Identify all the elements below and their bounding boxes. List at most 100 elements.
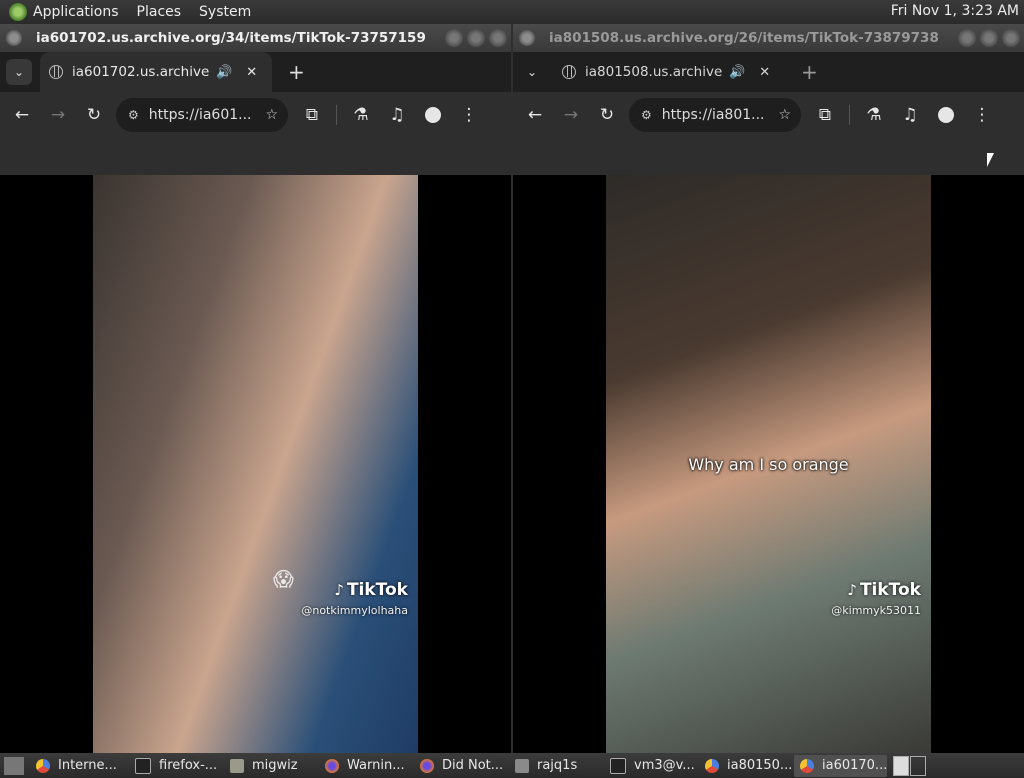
show-desktop-icon[interactable] — [4, 756, 24, 775]
site-info-icon[interactable]: ⚙ — [641, 108, 652, 122]
tiktok-brand-text: TikTok — [346, 580, 408, 600]
maximize-button[interactable] — [467, 29, 485, 47]
taskbar-item-label: ia60170... — [822, 758, 887, 773]
close-window-button[interactable] — [489, 29, 507, 47]
taskbar-item[interactable]: Did Not... — [414, 755, 507, 777]
taskbar-item-label: migwiz — [252, 758, 298, 773]
browser-toolbar: ← → ↻ ⚙ https://ia801... ☆ ⧉ ⚗ ♫ ⋮ — [513, 92, 1024, 138]
mouse-pointer-icon — [987, 153, 994, 167]
address-bar[interactable]: ⚙ https://ia601... ☆ — [116, 98, 288, 132]
tiktok-video[interactable]: Why am I so orange ♪ TikTok @kimmyk53011 — [606, 175, 931, 753]
tab-search-button[interactable]: ⌄ — [6, 59, 32, 85]
new-tab-button[interactable]: + — [801, 60, 818, 84]
menu-kebab-icon[interactable]: ⋮ — [964, 105, 1000, 125]
bookmark-star-icon[interactable]: ☆ — [265, 107, 278, 123]
media-controls-icon[interactable]: ♫ — [892, 105, 928, 125]
extensions-icon[interactable]: ⧉ — [294, 105, 330, 125]
tiktok-note-icon: ♪ — [847, 581, 857, 599]
tiktok-video[interactable]: 😱 ♪ TikTok @notkimmylolhaha — [93, 175, 418, 753]
minimize-button[interactable] — [445, 29, 463, 47]
chevron-down-icon: ⌄ — [526, 65, 538, 79]
taskbar-item-label: Warnin... — [347, 758, 405, 773]
tiktok-logo: ♪ TikTok — [831, 580, 921, 600]
forward-arrow-icon[interactable]: → — [553, 105, 589, 125]
tab-search-button[interactable]: ⌄ — [519, 59, 545, 85]
system-menu[interactable]: System — [199, 4, 251, 20]
window-menu-icon[interactable] — [519, 30, 535, 46]
top-panel: Applications Places System Fri Nov 1, 3:… — [0, 0, 1024, 24]
speaker-icon[interactable]: 🔊 — [729, 65, 745, 80]
taskbar-item-active[interactable]: ia60170... — [794, 754, 887, 777]
taskbar-item[interactable]: rajq1s — [509, 755, 602, 777]
tiktok-handle: @notkimmylolhaha — [301, 604, 408, 617]
reload-icon[interactable]: ↻ — [589, 105, 625, 125]
extensions-icon[interactable]: ⧉ — [807, 105, 843, 125]
forward-arrow-icon[interactable]: → — [40, 105, 76, 125]
folder-icon — [230, 758, 244, 773]
taskbar-item[interactable]: Interne... — [30, 755, 127, 777]
bookmark-star-icon[interactable]: ☆ — [778, 107, 791, 123]
speaker-icon[interactable]: 🔊 — [216, 65, 232, 80]
workspace-switcher[interactable] — [893, 755, 927, 776]
firefox-icon — [325, 758, 339, 773]
chrome-icon — [800, 758, 814, 773]
window-titlebar[interactable]: ia801508.us.archive.org/26/items/TikTok-… — [513, 24, 1024, 52]
taskbar-item-label: Did Not... — [442, 758, 504, 773]
close-window-button[interactable] — [1002, 29, 1020, 47]
tab-strip: ⌄ ia801508.us.archive.org/ 🔊 ✕ + — [513, 52, 1024, 92]
workspace-1[interactable] — [893, 755, 909, 776]
profile-avatar-icon[interactable] — [938, 107, 954, 123]
menu-kebab-icon[interactable]: ⋮ — [451, 105, 487, 125]
reload-icon[interactable]: ↻ — [76, 105, 112, 125]
tab-title: ia601702.us.archive.org/3 — [72, 64, 210, 80]
address-bar[interactable]: ⚙ https://ia801... ☆ — [629, 98, 801, 132]
close-tab-icon[interactable]: ✕ — [759, 65, 770, 80]
browser-window-right: ia801508.us.archive.org/26/items/TikTok-… — [513, 24, 1024, 753]
browser-tab[interactable]: ia801508.us.archive.org/ 🔊 ✕ — [553, 52, 785, 92]
site-info-icon[interactable]: ⚙ — [128, 108, 139, 122]
workspace-2[interactable] — [910, 755, 926, 776]
minimize-button[interactable] — [958, 29, 976, 47]
page-viewport: Why am I so orange ♪ TikTok @kimmyk53011 — [513, 175, 1024, 753]
profile-avatar-icon[interactable] — [425, 107, 441, 123]
emoji-sticker: 😱 — [273, 567, 294, 591]
app-icon — [515, 758, 529, 773]
globe-icon — [562, 65, 576, 79]
url-text[interactable]: https://ia601... — [149, 107, 251, 123]
taskbar-item[interactable]: Warnin... — [319, 755, 412, 777]
chevron-down-icon: ⌄ — [13, 65, 25, 79]
places-menu[interactable]: Places — [137, 4, 182, 20]
window-titlebar[interactable]: ia601702.us.archive.org/34/items/TikTok-… — [0, 24, 511, 52]
back-arrow-icon[interactable]: ← — [4, 105, 40, 125]
toolbar-separator — [336, 105, 337, 125]
tiktok-logo: ♪ TikTok — [301, 580, 408, 600]
gnome-foot-icon[interactable] — [9, 3, 27, 21]
window-menu-icon[interactable] — [6, 30, 22, 46]
video-caption: Why am I so orange — [688, 455, 849, 474]
taskbar-item[interactable]: ia80150... — [699, 755, 792, 777]
back-arrow-icon[interactable]: ← — [517, 105, 553, 125]
taskbar-item[interactable]: vm3@v... — [604, 755, 697, 777]
firefox-icon — [420, 758, 434, 773]
tiktok-brand-text: TikTok — [859, 580, 921, 600]
clock[interactable]: Fri Nov 1, 3:23 AM — [891, 3, 1019, 19]
media-controls-icon[interactable]: ♫ — [379, 105, 415, 125]
browser-toolbar: ← → ↻ ⚙ https://ia601... ☆ ⧉ ⚗ ♫ ⋮ — [0, 92, 511, 138]
taskbar-item[interactable]: firefox-... — [129, 755, 222, 777]
browser-window-left: ia601702.us.archive.org/34/items/TikTok-… — [0, 24, 511, 753]
taskbar-item-label: ia80150... — [727, 758, 792, 773]
browser-tab[interactable]: ia601702.us.archive.org/3 🔊 ✕ — [40, 52, 272, 92]
taskbar-item[interactable]: migwiz — [224, 755, 317, 777]
tab-strip: ⌄ ia601702.us.archive.org/3 🔊 ✕ + — [0, 52, 511, 92]
terminal-icon — [610, 757, 626, 774]
url-text[interactable]: https://ia801... — [662, 107, 764, 123]
taskbar-item-label: vm3@v... — [634, 758, 695, 773]
labs-flask-icon[interactable]: ⚗ — [343, 105, 379, 125]
tiktok-watermark: ♪ TikTok @notkimmylolhaha — [301, 580, 408, 617]
close-tab-icon[interactable]: ✕ — [246, 65, 257, 80]
maximize-button[interactable] — [980, 29, 998, 47]
applications-menu[interactable]: Applications — [33, 4, 119, 20]
labs-flask-icon[interactable]: ⚗ — [856, 105, 892, 125]
globe-icon — [49, 65, 63, 79]
new-tab-button[interactable]: + — [288, 60, 305, 84]
